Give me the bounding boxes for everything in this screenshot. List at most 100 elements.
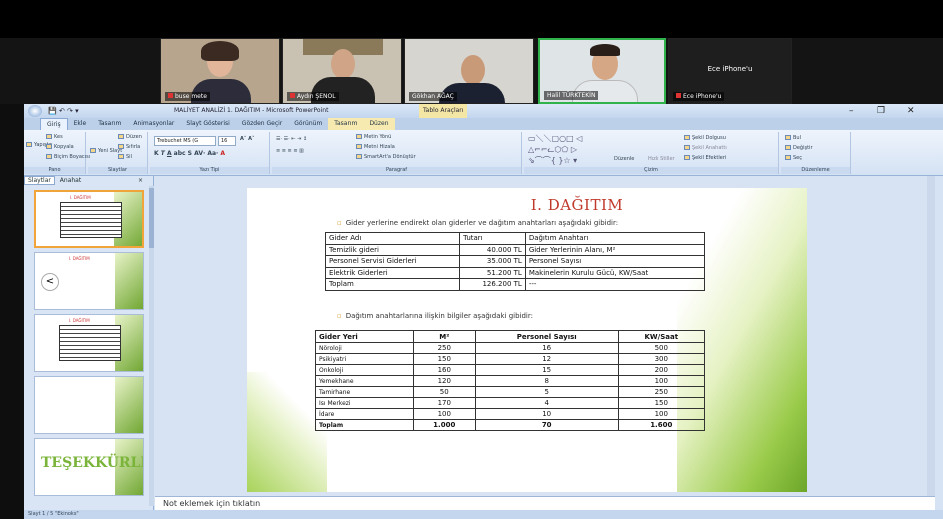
video-tile-buse[interactable]: buse mete <box>160 38 280 104</box>
table-cell[interactable]: 126.200 TL <box>459 278 526 291</box>
pane-scrollbar[interactable] <box>149 186 154 506</box>
table-cell[interactable]: 5 <box>474 386 619 398</box>
table-cell[interactable]: Personel Sayısı <box>524 255 706 268</box>
table-cell[interactable]: İdare <box>315 408 414 420</box>
table-cell[interactable]: 40.000 TL <box>459 243 526 256</box>
grow-font-icon[interactable]: A˄ A˅ <box>240 136 254 143</box>
table-cell[interactable]: Onkoloji <box>315 364 414 376</box>
table-cell[interactable]: Personel Sayısı <box>474 330 619 343</box>
smartart-button[interactable]: SmartArt'a Dönüştür <box>356 154 416 161</box>
delete-button[interactable]: Sil <box>118 154 132 161</box>
align-text-button[interactable]: Metni Hizala <box>356 144 395 151</box>
prev-slide-arrow-icon[interactable]: < <box>41 273 59 291</box>
table-cell[interactable]: Personel Servisi Giderleri <box>324 255 461 268</box>
tab-tablo-duzen[interactable]: Düzen <box>363 118 395 130</box>
slide-thumbnail-5[interactable]: 5 TEŞEKKÜRLER <box>34 438 144 496</box>
table-cell[interactable]: Temizlik gideri <box>324 243 461 256</box>
table-cell[interactable]: 170 <box>412 397 476 409</box>
table-cell[interactable]: 1.600 <box>617 419 706 431</box>
video-tile-gokhan[interactable]: Gökhan AĞAÇ <box>404 38 534 104</box>
table-cell[interactable]: Toplam <box>324 278 461 291</box>
table-cell[interactable]: Toplam <box>315 419 414 431</box>
table-cell[interactable]: 70 <box>474 419 619 431</box>
video-tile-ece[interactable]: Ece iPhone'u Ece iPhone'u <box>668 38 792 104</box>
quick-access-icons[interactable]: 💾 ↶ ↷ ▾ <box>48 104 79 118</box>
shapes-gallery-icon-row3[interactable]: ⇘⌒⌒{ }☆ ▾ <box>528 157 577 165</box>
slide-thumbnail-4[interactable]: 4 <box>34 376 144 434</box>
table-cell[interactable]: 500 <box>617 342 706 354</box>
table-cell[interactable]: 250 <box>412 342 476 354</box>
align-buttons[interactable]: ≡ ≡ ≡ ≡ ▥ <box>276 148 304 155</box>
table-cell[interactable]: 12 <box>474 353 619 365</box>
slide-thumbnail-1[interactable]: 1 I. DAĞITIM <box>34 190 144 248</box>
shape-fill-button[interactable]: Şekil Dolgusu <box>684 135 726 142</box>
table-cell[interactable]: KW/Saat <box>617 330 706 343</box>
table-cell[interactable]: Nöroloji <box>315 342 414 354</box>
table-cell[interactable]: Isı Merkezi <box>315 397 414 409</box>
tab-slayt-gosterisi[interactable]: Slayt Gösterisi <box>180 118 235 130</box>
slide-title[interactable]: I. DAĞITIM <box>247 196 807 214</box>
table-cell[interactable]: 100 <box>617 375 706 387</box>
tab-gozden-gecir[interactable]: Gözden Geçir <box>236 118 288 130</box>
slide-canvas[interactable]: I. DAĞITIM ▫ Gider yerlerine endirekt ola… <box>247 188 807 492</box>
table-cell[interactable]: Yemekhane <box>315 375 414 387</box>
tab-gorunum[interactable]: Görünüm <box>288 118 328 130</box>
minimize-button[interactable]: – <box>849 104 854 118</box>
select-button[interactable]: Seç <box>785 155 802 162</box>
table-cell[interactable]: 15 <box>474 364 619 376</box>
pane-close-button[interactable]: × <box>135 176 146 186</box>
bullet-text-2[interactable]: ▫ Dağıtım anahtarlarına ilişkin bilgiler … <box>337 312 533 320</box>
table-cell[interactable]: 160 <box>412 364 476 376</box>
table-cell[interactable]: Gider Yerlerinin Alanı, M² <box>524 243 706 256</box>
table-cell[interactable]: 10 <box>474 408 619 420</box>
table-cell[interactable]: --- <box>524 278 706 291</box>
layout-button[interactable]: Düzen <box>118 134 142 141</box>
restore-button[interactable]: ❐ <box>877 104 885 118</box>
format-painter-button[interactable]: Biçim Boyacısı <box>46 154 90 161</box>
slide-scrollbar[interactable] <box>927 176 935 496</box>
table-cell[interactable]: Tutarı <box>459 232 526 245</box>
font-size-combo[interactable]: 16 <box>218 136 236 146</box>
office-button-icon[interactable] <box>28 105 42 117</box>
tab-animasyonlar[interactable]: Animasyonlar <box>127 118 180 130</box>
video-tile-aydin[interactable]: Aydın ŞENOL <box>282 38 402 104</box>
font-name-combo[interactable]: Trebuchet MS (G <box>154 136 216 146</box>
table-cell[interactable]: 100 <box>617 408 706 420</box>
table-cell[interactable]: Makinelerin Kurulu Gücü, KW/Saat <box>524 266 706 279</box>
list-buttons[interactable]: ☰· ☰· ⇤ ⇥ ↕ <box>276 136 307 143</box>
table-cell[interactable]: 16 <box>474 342 619 354</box>
tab-slaytlar[interactable]: Slaytlar <box>24 176 55 185</box>
shapes-gallery-icon[interactable]: ▭＼＼▢○□ ◁ <box>528 135 582 143</box>
table-cell[interactable]: 250 <box>617 386 706 398</box>
text-direction-button[interactable]: Metin Yönü <box>356 134 391 141</box>
table-cell[interactable]: Elektrik Giderleri <box>324 266 461 279</box>
arrange-button[interactable]: Düzenle <box>614 156 634 163</box>
cost-center-table[interactable]: Gider Yeri M² Personel Sayısı KW/Saat Nörol… <box>315 330 706 431</box>
table-cell[interactable]: Tamirhane <box>315 386 414 398</box>
format-buttons[interactable]: K T A abc S AV· Aa· A <box>154 150 225 157</box>
tab-tasarim[interactable]: Tasarım <box>92 118 127 130</box>
shape-outline-button[interactable]: Şekil Anahattı <box>684 145 727 152</box>
close-button[interactable]: ✕ <box>907 104 915 118</box>
video-tile-halil[interactable]: Halil TÜRKTEKİN <box>538 38 666 104</box>
find-button[interactable]: Bul <box>785 135 801 142</box>
table-cell[interactable]: 35.000 TL <box>459 255 526 268</box>
table-cell[interactable]: Psikiyatri <box>315 353 414 365</box>
replace-button[interactable]: Değiştir <box>785 145 813 152</box>
table-cell[interactable]: 150 <box>412 353 476 365</box>
table-cell[interactable]: M² <box>412 330 476 343</box>
table-cell[interactable]: 300 <box>617 353 706 365</box>
copy-button[interactable]: Kopyala <box>46 144 74 151</box>
tab-giris[interactable]: Giriş <box>40 118 68 130</box>
slide-thumbnail-2[interactable]: 2 I. DAĞITIM < <box>34 252 144 310</box>
reset-button[interactable]: Sıfırla <box>118 144 140 151</box>
cut-button[interactable]: Kes <box>46 134 63 141</box>
table-cell[interactable]: Gider Adı <box>324 232 461 245</box>
table-cell[interactable]: 200 <box>617 364 706 376</box>
table-cell[interactable]: 150 <box>617 397 706 409</box>
tab-tablo-tasarim[interactable]: Tasarım <box>328 118 364 130</box>
slide-thumbnail-3[interactable]: 3 I. DAĞITIM <box>34 314 144 372</box>
table-cell[interactable]: 1.000 <box>412 419 476 431</box>
expenses-table[interactable]: Gider Adı Tutarı Dağıtım Anahtarı Temizlik… <box>324 232 706 291</box>
table-cell[interactable]: 8 <box>474 375 619 387</box>
